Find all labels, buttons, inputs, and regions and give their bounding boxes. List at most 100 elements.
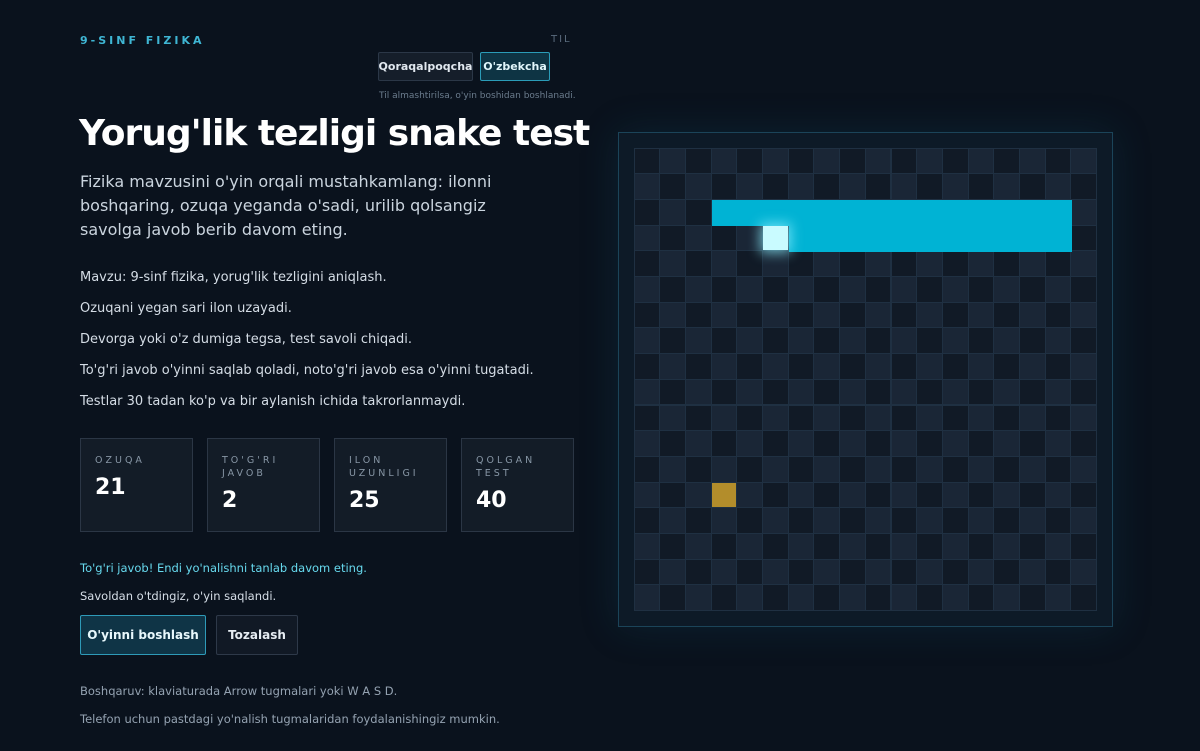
grid-cell (634, 431, 660, 456)
grid-cell (1071, 251, 1097, 276)
game-board[interactable] (634, 148, 1097, 611)
grid-cell (942, 379, 968, 405)
grid-cell (1045, 456, 1071, 482)
grid-cell (840, 277, 865, 302)
grid-cell (968, 431, 994, 456)
grid-cell (994, 482, 1019, 508)
grid-cell (942, 277, 968, 302)
grid-cell (814, 508, 840, 533)
grid-cell (917, 277, 942, 302)
grid-cell (891, 251, 917, 276)
grid-cell (737, 251, 762, 276)
grid-cell (968, 302, 994, 328)
grid-cell (814, 405, 840, 431)
grid-cell (788, 559, 814, 585)
grid-cell (865, 534, 891, 559)
grid-cell (942, 508, 968, 533)
stat-correct: To'g'ri javob 2 (207, 438, 320, 532)
mobile-help: Telefon uchun pastdagi yo'nalish tugmala… (80, 712, 500, 726)
grid-cell (917, 379, 942, 405)
grid-cell (942, 405, 968, 431)
grid-cell (763, 354, 788, 379)
grid-cell (968, 328, 994, 354)
grid-cell (660, 302, 685, 328)
grid-cell (865, 174, 891, 199)
language-button-uzbek[interactable]: O'zbekcha (480, 52, 550, 81)
grid-cell (1071, 225, 1097, 251)
grid-cell (634, 174, 660, 199)
grid-cell (660, 354, 685, 379)
grid-cell (788, 534, 814, 559)
grid-cell (660, 148, 685, 174)
grid-cell (840, 431, 865, 456)
grid-cell (865, 508, 891, 533)
info-tests: Testlar 30 tadan ko'p va bir aylanish ic… (80, 394, 466, 409)
grid-cell (942, 431, 968, 456)
grid-cell (660, 251, 685, 276)
grid-cell (660, 508, 685, 533)
grid-cell (1071, 354, 1097, 379)
grid-cell (917, 456, 942, 482)
stat-food-label: Ozuqa (95, 455, 145, 466)
grid-cell (814, 302, 840, 328)
game-board-frame (618, 132, 1113, 627)
grid-cell (711, 251, 737, 276)
snake-segment (865, 199, 892, 227)
grid-cell (1020, 559, 1045, 585)
grid-cell (634, 354, 660, 379)
grid-cell (1045, 148, 1071, 174)
grid-cell (685, 431, 711, 456)
grid-cell (917, 508, 942, 533)
clear-button[interactable]: Tozalash (216, 615, 298, 655)
grid-cell (1071, 379, 1097, 405)
grid-cell (840, 302, 865, 328)
grid-cell (942, 251, 968, 276)
grid-cell (660, 431, 685, 456)
grid-cell (711, 174, 737, 199)
grid-cell (737, 225, 762, 251)
grid-cell (711, 379, 737, 405)
start-game-button[interactable]: O'yinni boshlash (80, 615, 206, 655)
grid-cell (634, 225, 660, 251)
food-item (711, 482, 737, 508)
grid-cell (942, 482, 968, 508)
controls-help: Boshqaruv: klaviaturada Arrow tugmalari … (80, 684, 398, 698)
grid-cell (1045, 328, 1071, 354)
grid-cell (660, 379, 685, 405)
grid-cell (763, 456, 788, 482)
grid-cell (634, 534, 660, 559)
grid-cell (968, 559, 994, 585)
grid-cell (1020, 585, 1045, 611)
stat-food-value: 21 (95, 475, 126, 500)
grid-cell (994, 379, 1019, 405)
stat-length: Ilon uzunligi 25 (334, 438, 447, 532)
grid-cell (660, 174, 685, 199)
grid-cell (865, 302, 891, 328)
grid-cell (634, 379, 660, 405)
grid-cell (660, 328, 685, 354)
grid-cell (1020, 302, 1045, 328)
grid-cell (660, 225, 685, 251)
grid-cell (788, 148, 814, 174)
grid-cell (942, 585, 968, 611)
snake-segment (1045, 199, 1072, 227)
grid-cell (1045, 354, 1071, 379)
grid-cell (814, 456, 840, 482)
grid-cell (788, 328, 814, 354)
info-answer: To'g'ri javob o'yinni saqlab qoladi, not… (80, 363, 534, 378)
grid-cell (1020, 379, 1045, 405)
grid-cell (968, 354, 994, 379)
grid-cell (917, 174, 942, 199)
grid-cell (685, 534, 711, 559)
grid-cell (891, 277, 917, 302)
grid-cell (737, 354, 762, 379)
grid-cell (660, 534, 685, 559)
grid-cell (994, 148, 1019, 174)
grid-cell (1020, 328, 1045, 354)
grid-cell (685, 354, 711, 379)
grid-cell (685, 302, 711, 328)
grid-cell (763, 405, 788, 431)
grid-cell (1045, 174, 1071, 199)
language-button-karakalpak[interactable]: Qoraqalpoqcha (378, 52, 473, 81)
grid-cell (994, 431, 1019, 456)
